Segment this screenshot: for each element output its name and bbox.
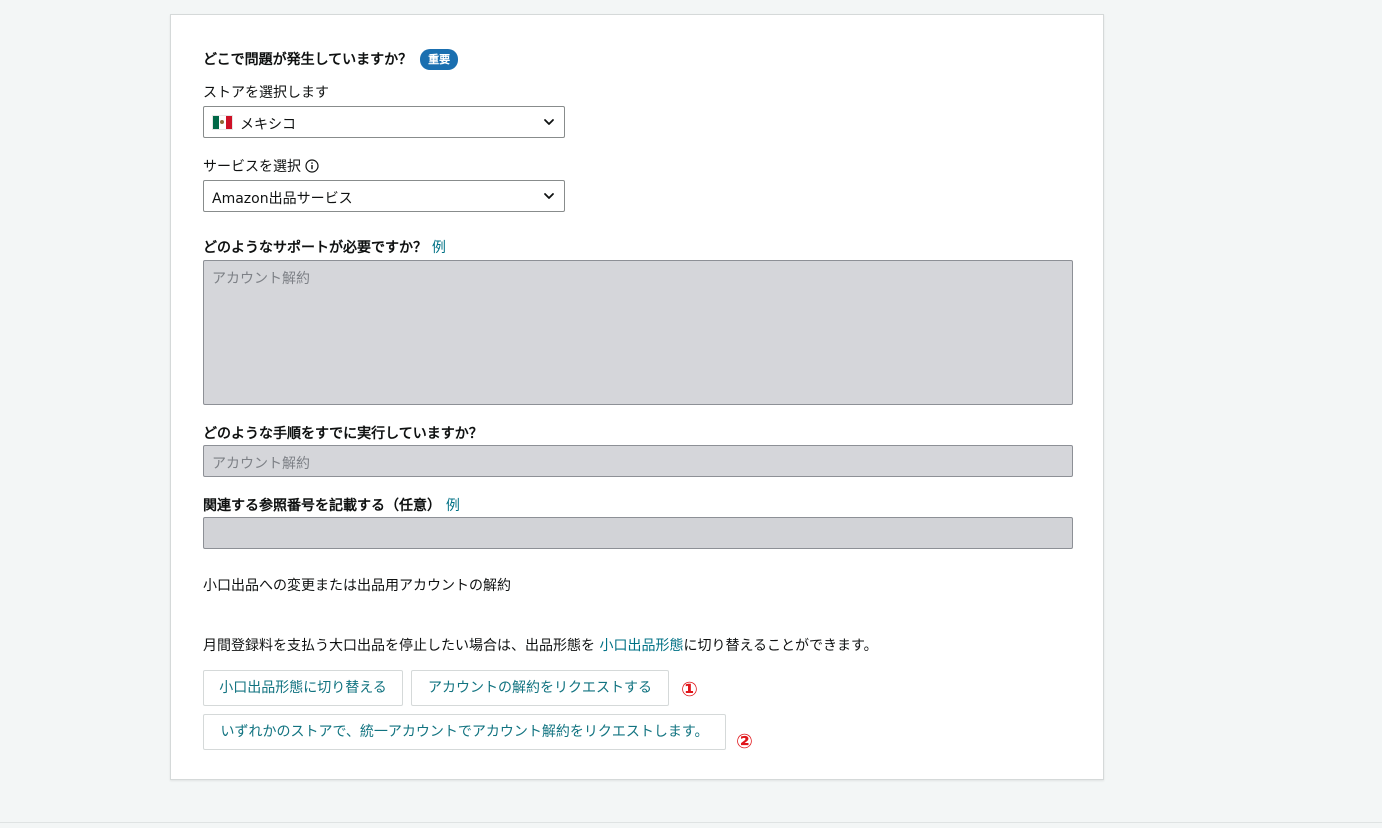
reference-number-input[interactable] — [203, 517, 1073, 549]
reference-question-title: 関連する参照番号を記載する（任意） 例 — [203, 495, 460, 515]
support-description-placeholder: アカウント解約 — [212, 271, 310, 287]
support-description-textarea[interactable]: アカウント解約 — [203, 260, 1073, 405]
request-unified-account-closure-button[interactable]: いずれかのストアで、統一アカウントでアカウント解約をリクエストします。 — [203, 714, 726, 750]
important-badge: 重要 — [420, 49, 459, 70]
description-text-after: に切り替えることができます。 — [683, 638, 878, 654]
reference-question-text: 関連する参照番号を記載する（任意） — [203, 498, 441, 514]
chevron-down-icon — [544, 119, 554, 125]
question-location-title: どこで問題が発生していますか？ 重要 — [203, 49, 459, 70]
individual-plan-link[interactable]: 小口出品形態 — [599, 638, 683, 654]
mexico-flag-icon — [212, 115, 233, 130]
service-label: サービスを選択 — [203, 159, 301, 175]
request-account-closure-button[interactable]: アカウントの解約をリクエストする — [411, 670, 669, 706]
switch-to-individual-button[interactable]: 小口出品形態に切り替える — [203, 670, 403, 706]
service-select-value: Amazon出品サービス — [212, 191, 353, 207]
support-question-title: どのようなサポートが必要ですか？ 例 — [203, 237, 446, 257]
plan-change-heading: 小口出品への変更または出品用アカウントの解約 — [203, 578, 511, 594]
support-question-text: どのようなサポートが必要ですか？ — [203, 240, 427, 256]
page-footer-divider — [0, 822, 1382, 823]
plan-change-description: 月間登録料を支払う大口出品を停止したい場合は、出品形態を 小口出品形態に切り替え… — [203, 635, 878, 655]
steps-taken-placeholder: アカウント解約 — [212, 456, 310, 472]
support-example-link[interactable]: 例 — [432, 240, 446, 256]
info-icon[interactable] — [305, 159, 319, 173]
steps-question-title: どのような手順をすでに実行していますか？ — [203, 426, 483, 442]
reference-example-link[interactable]: 例 — [446, 498, 460, 514]
description-text-before: 月間登録料を支払う大口出品を停止したい場合は、出品形態を — [203, 638, 600, 654]
annotation-marker-2: ② — [736, 729, 753, 753]
service-label-row: サービスを選択 — [203, 156, 319, 176]
chevron-down-icon — [544, 193, 554, 199]
support-form-card: どこで問題が発生していますか？ 重要 ストアを選択します メキシコ サービスを選択… — [170, 14, 1104, 780]
annotation-marker-1: ① — [681, 677, 698, 701]
store-select[interactable]: メキシコ — [203, 106, 565, 138]
store-select-value: メキシコ — [240, 117, 296, 133]
service-select[interactable]: Amazon出品サービス — [203, 180, 565, 212]
steps-taken-input[interactable]: アカウント解約 — [203, 445, 1073, 477]
question-location-text: どこで問題が発生していますか？ — [203, 52, 413, 68]
store-label: ストアを選択します — [203, 85, 329, 101]
